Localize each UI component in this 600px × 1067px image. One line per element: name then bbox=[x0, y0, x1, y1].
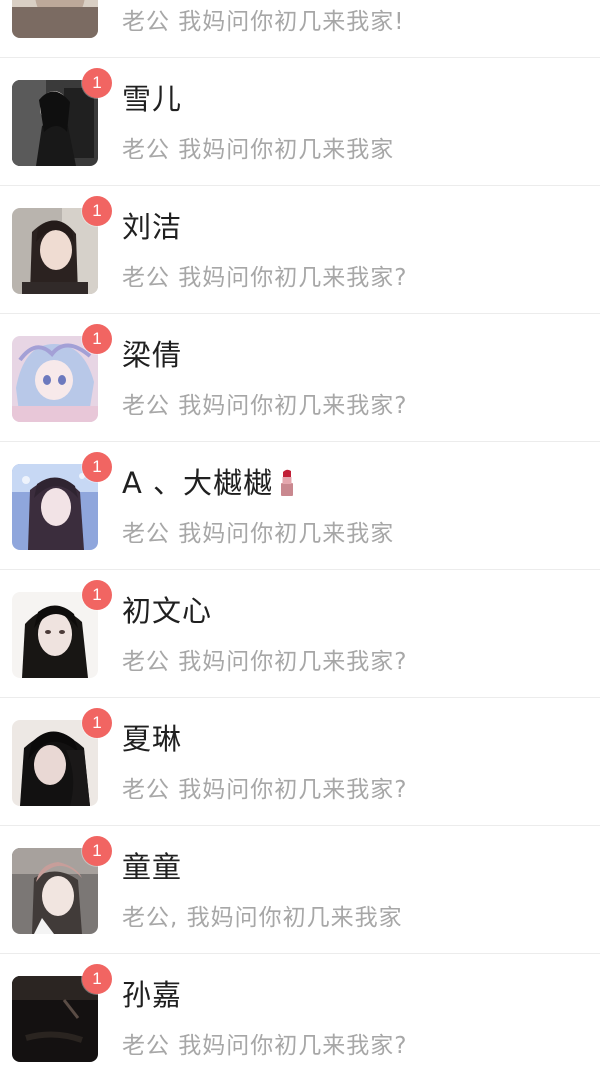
contact-name: 雪儿 bbox=[122, 82, 183, 116]
chat-list: 老公 我妈问你初几来我家! 1 雪儿 老公 我妈问你初几来我家 1 刘洁 老公 … bbox=[0, 0, 600, 1067]
chat-row[interactable]: 1 孙嘉 老公 我妈问你初几来我家? bbox=[0, 954, 600, 1067]
last-message: 老公 我妈问你初几来我家 bbox=[122, 521, 395, 547]
chat-row[interactable]: 1 刘洁 老公 我妈问你初几来我家? bbox=[0, 186, 600, 314]
last-message: 老公 我妈问你初几来我家? bbox=[122, 265, 408, 291]
contact-name-text: A 、大樾樾 bbox=[122, 466, 274, 500]
chat-row[interactable]: 1 夏琳 老公 我妈问你初几来我家? bbox=[0, 698, 600, 826]
contact-name: 梁倩 bbox=[122, 338, 183, 372]
avatar[interactable]: 1 bbox=[12, 836, 112, 934]
unread-badge: 1 bbox=[82, 324, 112, 354]
avatar[interactable]: 1 bbox=[12, 452, 112, 550]
chat-row[interactable]: 1 初文心 老公 我妈问你初几来我家? bbox=[0, 570, 600, 698]
last-message: 老公 我妈问你初几来我家? bbox=[122, 777, 408, 803]
last-message: 老公 我妈问你初几来我家? bbox=[122, 393, 408, 419]
unread-badge: 1 bbox=[82, 68, 112, 98]
chat-row[interactable]: 1 梁倩 老公 我妈问你初几来我家? bbox=[0, 314, 600, 442]
contact-name: 刘洁 bbox=[122, 210, 183, 244]
avatar-photo bbox=[12, 0, 98, 38]
contact-name: 童童 bbox=[122, 850, 183, 884]
unread-badge: 1 bbox=[82, 708, 112, 738]
unread-badge: 1 bbox=[82, 836, 112, 866]
avatar[interactable]: 1 bbox=[12, 964, 112, 1062]
unread-badge: 1 bbox=[82, 580, 112, 610]
avatar[interactable]: 1 bbox=[12, 68, 112, 166]
chat-row[interactable]: 1 雪儿 老公 我妈问你初几来我家 bbox=[0, 58, 600, 186]
avatar[interactable]: 1 bbox=[12, 708, 112, 806]
chat-row[interactable]: 1 童童 老公, 我妈问你初几来我家 bbox=[0, 826, 600, 954]
avatar[interactable]: 1 bbox=[12, 580, 112, 678]
contact-name: 孙嘉 bbox=[122, 978, 183, 1012]
chat-row[interactable]: 1 A 、大樾樾 老公 我妈问你初几来我家 bbox=[0, 442, 600, 570]
last-message: 老公 我妈问你初几来我家? bbox=[122, 1033, 408, 1059]
avatar[interactable] bbox=[12, 0, 98, 38]
last-message: 老公 我妈问你初几来我家? bbox=[122, 649, 408, 675]
lipstick-icon bbox=[281, 469, 294, 496]
avatar[interactable]: 1 bbox=[12, 324, 112, 422]
last-message: 老公 我妈问你初几来我家! bbox=[122, 9, 405, 35]
contact-name: 初文心 bbox=[122, 594, 213, 628]
unread-badge: 1 bbox=[82, 964, 112, 994]
chat-row[interactable]: 老公 我妈问你初几来我家! bbox=[0, 0, 600, 58]
avatar[interactable]: 1 bbox=[12, 196, 112, 294]
last-message: 老公 我妈问你初几来我家 bbox=[122, 137, 395, 163]
unread-badge: 1 bbox=[82, 452, 112, 482]
contact-name: A 、大樾樾 bbox=[122, 460, 297, 502]
unread-badge: 1 bbox=[82, 196, 112, 226]
contact-name: 夏琳 bbox=[122, 722, 183, 756]
last-message: 老公, 我妈问你初几来我家 bbox=[122, 905, 403, 931]
